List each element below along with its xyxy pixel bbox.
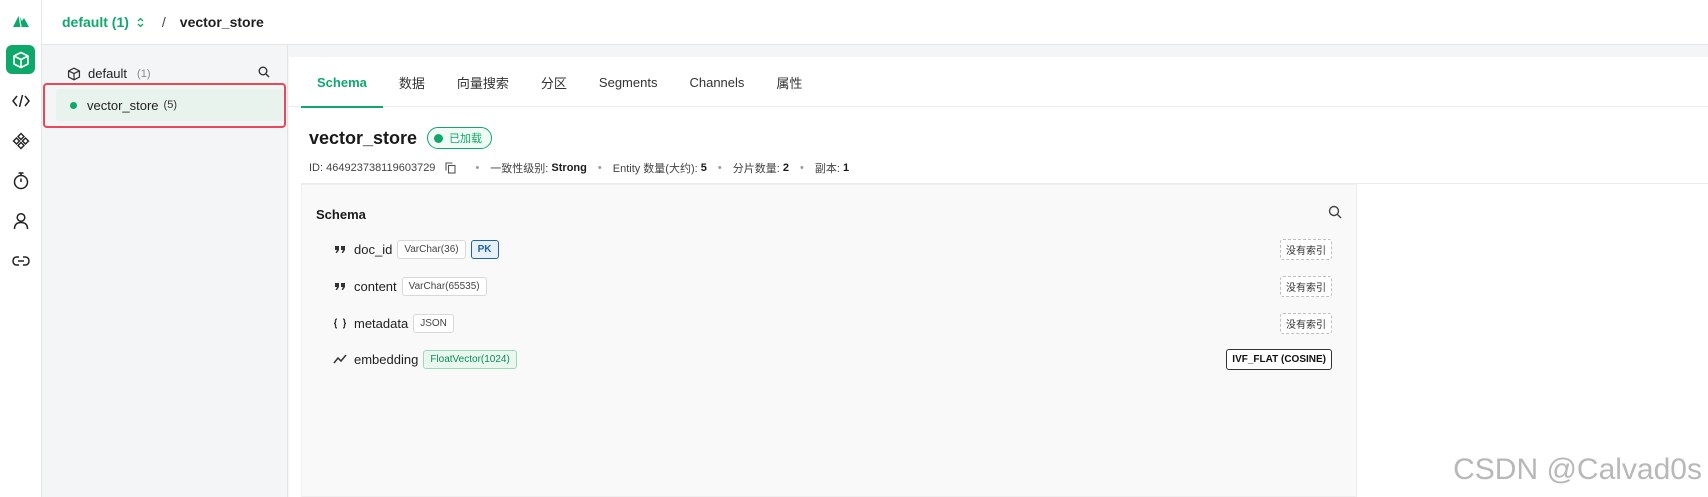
nav-connect-button[interactable] <box>6 246 35 275</box>
nav-users-button[interactable] <box>6 206 35 235</box>
collection-meta: ID: 464923738119603729 • 一致性级别: Strong •… <box>309 162 850 175</box>
database-selector[interactable]: default (1) <box>62 14 129 30</box>
nav-plugins-button[interactable] <box>6 126 35 155</box>
status-badge-label: 已加载 <box>449 133 483 145</box>
shards-value: 2 <box>782 162 789 174</box>
schema-field-row[interactable]: metadata JSON 没有索引 <box>332 311 1332 335</box>
database-cube-icon <box>67 67 81 80</box>
field-type-tag: VarChar(65535) <box>401 276 487 296</box>
consistency-label: 一致性级别: <box>490 163 549 175</box>
field-type-tag: JSON <box>413 313 454 333</box>
primary-key-badge: PK <box>470 239 499 259</box>
quote-icon <box>332 282 348 291</box>
index-tag[interactable]: 没有索引 <box>1280 238 1332 260</box>
loaded-status-dot <box>434 133 444 143</box>
plugin-icon <box>12 132 29 149</box>
schema-title: Schema <box>316 207 366 222</box>
tab-segments[interactable]: Segments <box>583 57 674 107</box>
schema-field-row[interactable]: doc_id VarChar(36) PK 没有索引 <box>332 237 1332 261</box>
shards-label: 分片数量: <box>732 163 780 175</box>
tree-database-node[interactable]: default (1) <box>67 66 151 81</box>
collection-header: vector_store 已加载 <box>309 127 493 149</box>
breadcrumb-collection: vector_store <box>179 14 264 30</box>
chevron-up-down-icon[interactable] <box>137 17 144 28</box>
tab-channels[interactable]: Channels <box>673 57 760 107</box>
json-braces-icon <box>332 317 348 329</box>
nav-databases-button[interactable] <box>6 45 35 74</box>
index-tag[interactable]: 没有索引 <box>1280 275 1332 297</box>
stopwatch-icon <box>13 172 28 190</box>
status-badge[interactable]: 已加载 <box>427 127 493 149</box>
field-type-tag: VarChar(36) <box>397 239 466 259</box>
quote-icon <box>332 245 348 254</box>
nav-timer-button[interactable] <box>6 166 35 195</box>
tree-database-name: default <box>88 66 128 81</box>
nav-code-button[interactable] <box>6 86 35 115</box>
vector-trend-icon <box>332 354 348 364</box>
replicas-label: 副本: <box>814 163 840 175</box>
collection-title: vector_store <box>309 127 418 148</box>
schema-field-row[interactable]: embedding FloatVector(1024) IVF_FLAT (CO… <box>332 347 1332 371</box>
link-icon <box>11 255 30 266</box>
tab-schema[interactable]: Schema <box>301 57 383 108</box>
schema-field-row[interactable]: content VarChar(65535) 没有索引 <box>332 274 1332 298</box>
tab-partitions[interactable]: 分区 <box>525 57 583 107</box>
tab-data[interactable]: 数据 <box>383 57 441 107</box>
field-name: embedding <box>354 351 419 367</box>
search-icon[interactable] <box>1328 205 1342 219</box>
tab-bar: Schema 数据 向量搜索 分区 Segments Channels 属性 <box>289 57 1708 108</box>
database-cube-icon <box>12 51 29 68</box>
field-name: doc_id <box>354 241 393 257</box>
field-type-tag: FloatVector(1024) <box>423 349 517 369</box>
field-name: content <box>354 278 397 294</box>
top-bar: default (1) / vector_store <box>42 0 1708 45</box>
breadcrumb-separator: / <box>161 14 166 30</box>
replicas-value: 1 <box>842 162 850 174</box>
entity-label: Entity 数量(大约): <box>612 163 698 175</box>
annotation-highlight-box <box>43 83 286 128</box>
schema-card: Schema doc_id VarChar(36) PK 没有索引 conten… <box>301 184 1357 497</box>
copy-icon[interactable] <box>445 162 456 174</box>
code-icon <box>11 94 30 107</box>
tab-properties[interactable]: 属性 <box>760 57 818 107</box>
tab-vector-search[interactable]: 向量搜索 <box>441 57 525 107</box>
id-value: 464923738119603729 <box>326 162 436 174</box>
user-icon <box>13 212 28 229</box>
entity-value: 5 <box>700 162 707 174</box>
watermark: CSDN @Calvad0s <box>1453 453 1702 486</box>
index-tag[interactable]: IVF_FLAT (COSINE) <box>1226 348 1332 370</box>
search-icon[interactable] <box>258 66 270 78</box>
milvus-logo-icon[interactable] <box>11 10 31 30</box>
id-label: ID: <box>309 162 324 174</box>
field-name: metadata <box>354 315 409 331</box>
left-nav-rail <box>0 0 42 497</box>
consistency-value: Strong <box>551 162 587 174</box>
main-panel: Schema 数据 向量搜索 分区 Segments Channels 属性 v… <box>289 57 1708 497</box>
index-tag[interactable]: 没有索引 <box>1280 312 1332 334</box>
tree-database-count: (1) <box>137 67 151 80</box>
